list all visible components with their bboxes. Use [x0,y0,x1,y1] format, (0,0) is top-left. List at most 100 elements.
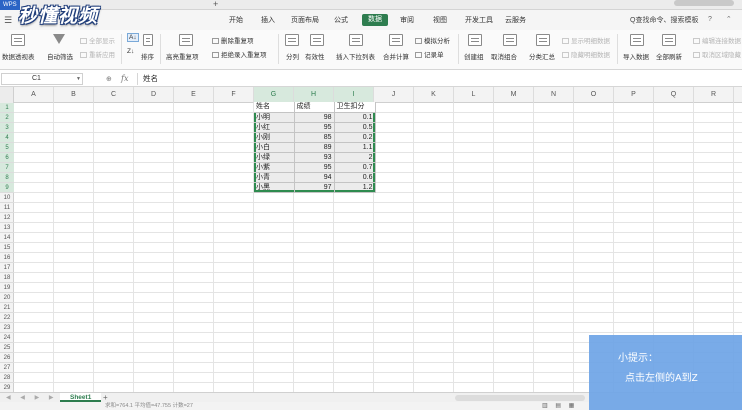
tab-data[interactable]: 数据 [362,14,388,26]
row-header-24[interactable]: 24 [0,333,14,343]
consolidate-icon[interactable] [389,34,403,46]
hamburger-menu-icon[interactable]: ☰ [4,15,12,26]
table-cell[interactable]: 小红 [254,122,295,133]
reject-duplicates-button[interactable]: 拒绝录入重复项 [212,49,267,59]
row-header-3[interactable]: 3 [0,123,14,133]
column-header-r[interactable]: R [694,87,734,103]
new-tab-button[interactable]: + [213,0,218,9]
row-header-15[interactable]: 15 [0,243,14,253]
row-header-18[interactable]: 18 [0,273,14,283]
header-cell[interactable]: 卫生扣分 [334,102,376,113]
table-cell[interactable]: 94 [294,172,335,183]
tab-developer[interactable]: 开发工具 [462,15,496,26]
header-cell[interactable]: 姓名 [254,102,295,113]
column-header-m[interactable]: M [494,87,534,103]
record-form-button[interactable]: 记录单 [415,49,444,59]
tab-page-layout[interactable]: 页面布局 [288,15,322,26]
table-cell[interactable]: 0.2 [334,132,376,143]
table-cell[interactable]: 0.5 [334,122,376,133]
column-header-o[interactable]: O [574,87,614,103]
table-cell[interactable]: 89 [294,142,335,153]
remove-duplicates-button[interactable]: 删除重复项 [212,35,254,45]
sort-ascending-button[interactable]: A↓ [127,33,139,42]
sheet-tab[interactable]: Sheet1 [60,393,102,402]
chevron-down-icon[interactable]: ▼ [76,76,81,82]
row-header-23[interactable]: 23 [0,323,14,333]
row-header-17[interactable]: 17 [0,263,14,273]
insert-dropdown-button[interactable]: 插入下拉列表 [336,51,375,61]
sheet-navigation[interactable]: ◀ ◀ ▶ ▶ [6,394,57,401]
what-if-button[interactable]: 模拟分析 [415,35,450,45]
table-cell[interactable]: 95 [294,122,335,133]
group-icon[interactable] [468,34,482,46]
sort-button[interactable]: 排序 [141,51,154,61]
table-cell[interactable]: 0.6 [334,172,376,183]
row-header-4[interactable]: 4 [0,133,14,143]
text-to-columns-icon[interactable] [285,34,299,46]
subtotal-icon[interactable] [536,34,550,46]
table-cell[interactable]: 小明 [254,112,295,123]
help-icon[interactable]: ? ⌃ [708,15,738,23]
row-header-26[interactable]: 26 [0,353,14,363]
row-header-28[interactable]: 28 [0,373,14,383]
row-header-10[interactable]: 10 [0,193,14,203]
zoom-icon[interactable]: ⊕ [106,75,112,83]
table-cell[interactable]: 小白 [254,142,295,153]
table-cell[interactable]: 小紫 [254,162,295,173]
table-cell[interactable]: 小绿 [254,152,295,163]
pivot-table-button[interactable]: 数据透视表 [2,51,35,61]
row-header-20[interactable]: 20 [0,293,14,303]
table-cell[interactable]: 98 [294,112,335,123]
tab-home[interactable]: 开始 [226,15,246,26]
table-cell[interactable]: 0.1 [334,112,376,123]
text-to-columns-button[interactable]: 分列 [286,51,299,61]
row-header-8[interactable]: 8 [0,173,14,183]
subtotal-button[interactable]: 分类汇总 [529,51,555,61]
column-header-j[interactable]: J [374,87,414,103]
row-header-19[interactable]: 19 [0,283,14,293]
tab-insert[interactable]: 插入 [258,15,278,26]
row-header-6[interactable]: 6 [0,153,14,163]
row-header-7[interactable]: 7 [0,163,14,173]
row-header-12[interactable]: 12 [0,213,14,223]
ungroup-button[interactable]: 取消组合 [491,51,517,61]
table-cell[interactable]: 93 [294,152,335,163]
column-header-n[interactable]: N [534,87,574,103]
row-header-25[interactable]: 25 [0,343,14,353]
ungroup-icon[interactable] [503,34,517,46]
horizontal-scrollbar[interactable] [455,395,585,401]
row-header-9[interactable]: 9 [0,183,14,193]
column-header-e[interactable]: E [174,87,214,103]
table-cell[interactable]: 小青 [254,172,295,183]
column-header-g[interactable]: G [254,87,294,103]
formula-input[interactable]: 姓名 [137,73,737,85]
command-search-input[interactable]: Q查找命令、搜索模板 [630,15,698,25]
row-header-11[interactable]: 11 [0,203,14,213]
group-button[interactable]: 创建组 [464,51,484,61]
table-cell[interactable]: 小黑 [254,182,295,193]
row-header-22[interactable]: 22 [0,313,14,323]
row-header-29[interactable]: 29 [0,383,14,392]
view-mode-icons[interactable]: ▥ ▤ ▦ [542,402,577,410]
column-header-p[interactable]: P [614,87,654,103]
column-header-d[interactable]: D [134,87,174,103]
row-header-13[interactable]: 13 [0,223,14,233]
refresh-all-button[interactable]: 全部刷新 [656,51,682,61]
column-header-l[interactable]: L [454,87,494,103]
table-cell[interactable]: 97 [294,182,335,193]
name-box[interactable]: C1 [1,73,83,85]
pivot-table-icon[interactable] [11,34,25,46]
table-cell[interactable]: 85 [294,132,335,143]
import-data-button[interactable]: 导入数据 [623,51,649,61]
table-cell[interactable]: 小刚 [254,132,295,143]
add-sheet-button[interactable]: + [103,393,108,402]
filter-icon[interactable] [53,34,65,44]
column-header-f[interactable]: F [214,87,254,103]
row-header-21[interactable]: 21 [0,303,14,313]
select-all-corner[interactable] [0,87,14,103]
row-header-27[interactable]: 27 [0,363,14,373]
column-header-b[interactable]: B [54,87,94,103]
row-header-2[interactable]: 2 [0,113,14,123]
highlight-duplicates-button[interactable]: 高亮重复项 [166,51,199,61]
row-header-14[interactable]: 14 [0,233,14,243]
